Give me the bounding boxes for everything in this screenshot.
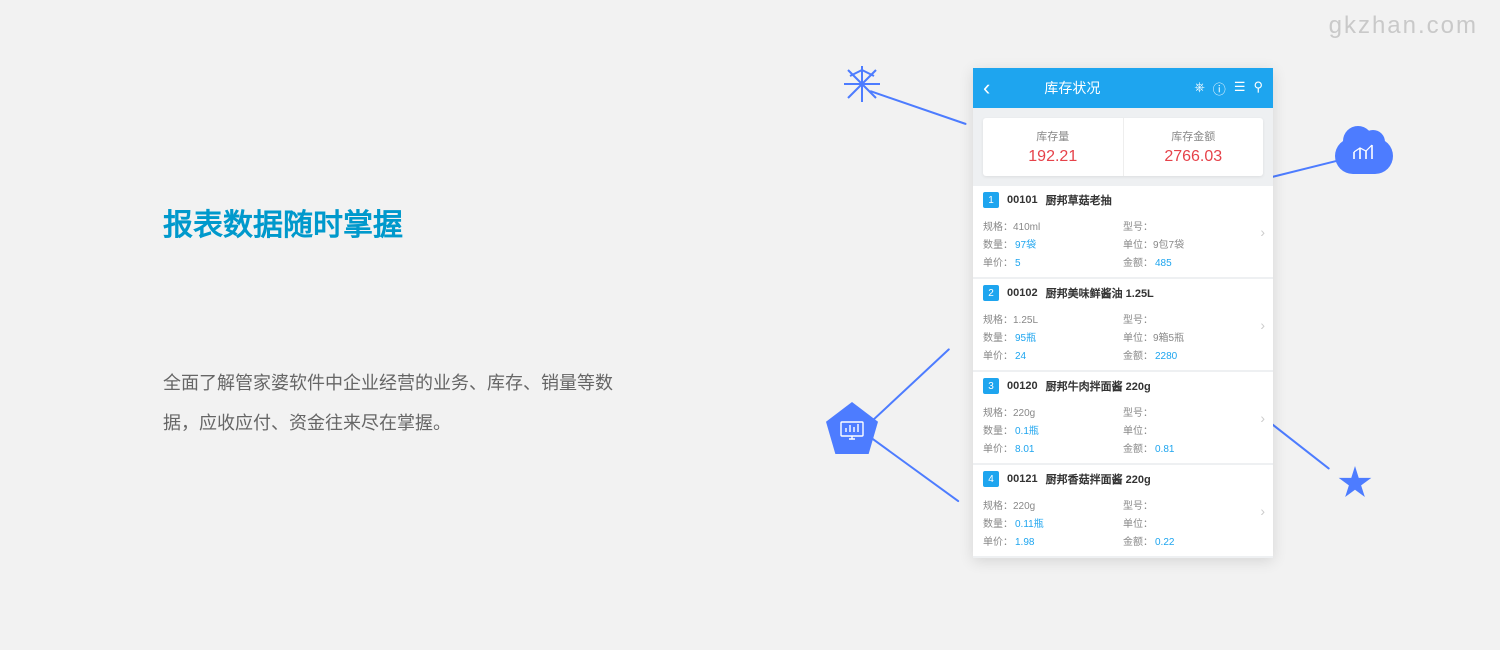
index-badge: 1 xyxy=(983,192,999,208)
index-badge: 4 xyxy=(983,471,999,487)
star-icon xyxy=(1338,466,1372,500)
price-field: 单价：1.98 xyxy=(983,533,1123,548)
index-badge: 3 xyxy=(983,378,999,394)
item-name: 厨邦美味鲜酱油 1.25L xyxy=(1046,285,1154,301)
qty-field: 数量：97袋 xyxy=(983,236,1123,251)
amount-field: 金额：0.81 xyxy=(1123,440,1263,455)
marketing-text: 报表数据随时掌握 全面了解管家婆软件中企业经营的业务、库存、销量等数据，应收应付… xyxy=(163,200,623,443)
list-item[interactable]: 2 00102 厨邦美味鲜酱油 1.25L 规格：1.25L型号：数量：95瓶单位：9… xyxy=(973,279,1273,370)
spec-field: 规格：1.25L xyxy=(983,311,1123,326)
app-screen: ‹ 库存状况 ⎈ ⓘ ☰ ⚲ 库存量 192.21 库存金额 2766.03 1… xyxy=(973,68,1273,558)
amount-field: 金额：485 xyxy=(1123,254,1263,269)
model-field: 型号： xyxy=(1123,218,1263,233)
description: 全面了解管家婆软件中企业经营的业务、库存、销量等数据，应收应付、资金往来尽在掌握… xyxy=(163,364,623,443)
spec-field: 规格：410ml xyxy=(983,218,1123,233)
price-field: 单价：5 xyxy=(983,254,1123,269)
item-code: 00120 xyxy=(1007,380,1038,392)
item-code: 00121 xyxy=(1007,473,1038,485)
app-title: 库存状况 xyxy=(950,78,1194,98)
model-field: 型号： xyxy=(1123,311,1263,326)
summary-label: 库存量 xyxy=(983,128,1123,144)
unit-field: 单位：9包7袋 xyxy=(1123,236,1263,251)
list-item[interactable]: 3 00120 厨邦牛肉拌面酱 220g 规格：220g型号：数量：0.1瓶单位：单价… xyxy=(973,372,1273,463)
item-code: 00101 xyxy=(1007,194,1038,206)
unit-field: 单位： xyxy=(1123,515,1263,530)
item-name: 厨邦草菇老抽 xyxy=(1046,192,1112,208)
summary-amount[interactable]: 库存金额 2766.03 xyxy=(1124,118,1264,176)
summary-value: 192.21 xyxy=(983,148,1123,166)
search-icon[interactable]: ⚲ xyxy=(1253,79,1263,98)
info-icon[interactable]: ⓘ xyxy=(1213,79,1226,98)
price-field: 单价：24 xyxy=(983,347,1123,362)
qty-field: 数量：0.1瓶 xyxy=(983,422,1123,437)
price-field: 单价：8.01 xyxy=(983,440,1123,455)
chevron-right-icon: › xyxy=(1260,410,1265,426)
spec-field: 规格：220g xyxy=(983,497,1123,512)
item-code: 00102 xyxy=(1007,287,1038,299)
amount-field: 金额：0.22 xyxy=(1123,533,1263,548)
cloud-chart-icon xyxy=(1334,128,1394,176)
list-item[interactable]: 1 00101 厨邦草菇老抽规格：410ml型号：数量：97袋单位：9包7袋单价：5… xyxy=(973,186,1273,277)
unit-field: 单位： xyxy=(1123,422,1263,437)
model-field: 型号： xyxy=(1123,404,1263,419)
watermark: gkzhan.com xyxy=(1329,12,1478,40)
chevron-right-icon: › xyxy=(1260,317,1265,333)
headline: 报表数据随时掌握 xyxy=(163,200,623,244)
scan-icon[interactable]: ⎈ xyxy=(1194,79,1204,98)
chevron-right-icon: › xyxy=(1260,503,1265,519)
unit-field: 单位：9箱5瓶 xyxy=(1123,329,1263,344)
connector-line xyxy=(871,348,950,422)
connector-line xyxy=(869,436,959,502)
app-header: ‹ 库存状况 ⎈ ⓘ ☰ ⚲ xyxy=(973,68,1273,108)
chevron-right-icon: › xyxy=(1260,224,1265,240)
amount-field: 金额：2280 xyxy=(1123,347,1263,362)
index-badge: 2 xyxy=(983,285,999,301)
monitor-icon xyxy=(826,402,878,454)
list-icon[interactable]: ☰ xyxy=(1234,79,1246,98)
list-item[interactable]: 4 00121 厨邦香菇拌面酱 220g 规格：220g型号：数量：0.11瓶单位：单… xyxy=(973,465,1273,556)
item-name: 厨邦香菇拌面酱 220g xyxy=(1046,471,1151,487)
connector-line xyxy=(1267,420,1330,470)
connector-line xyxy=(1272,160,1338,178)
summary-qty[interactable]: 库存量 192.21 xyxy=(983,118,1124,176)
spec-field: 规格：220g xyxy=(983,404,1123,419)
qty-field: 数量：0.11瓶 xyxy=(983,515,1123,530)
qty-field: 数量：95瓶 xyxy=(983,329,1123,344)
summary-value: 2766.03 xyxy=(1124,148,1264,166)
model-field: 型号： xyxy=(1123,497,1263,512)
summary-label: 库存金额 xyxy=(1124,128,1264,144)
summary-card: 库存量 192.21 库存金额 2766.03 xyxy=(983,118,1263,176)
inventory-list: 100101厨邦草菇老抽规格：410ml型号：数量：97袋单位：9包7袋单价：5… xyxy=(973,186,1273,556)
burst-icon xyxy=(844,66,880,102)
item-name: 厨邦牛肉拌面酱 220g xyxy=(1046,378,1151,394)
